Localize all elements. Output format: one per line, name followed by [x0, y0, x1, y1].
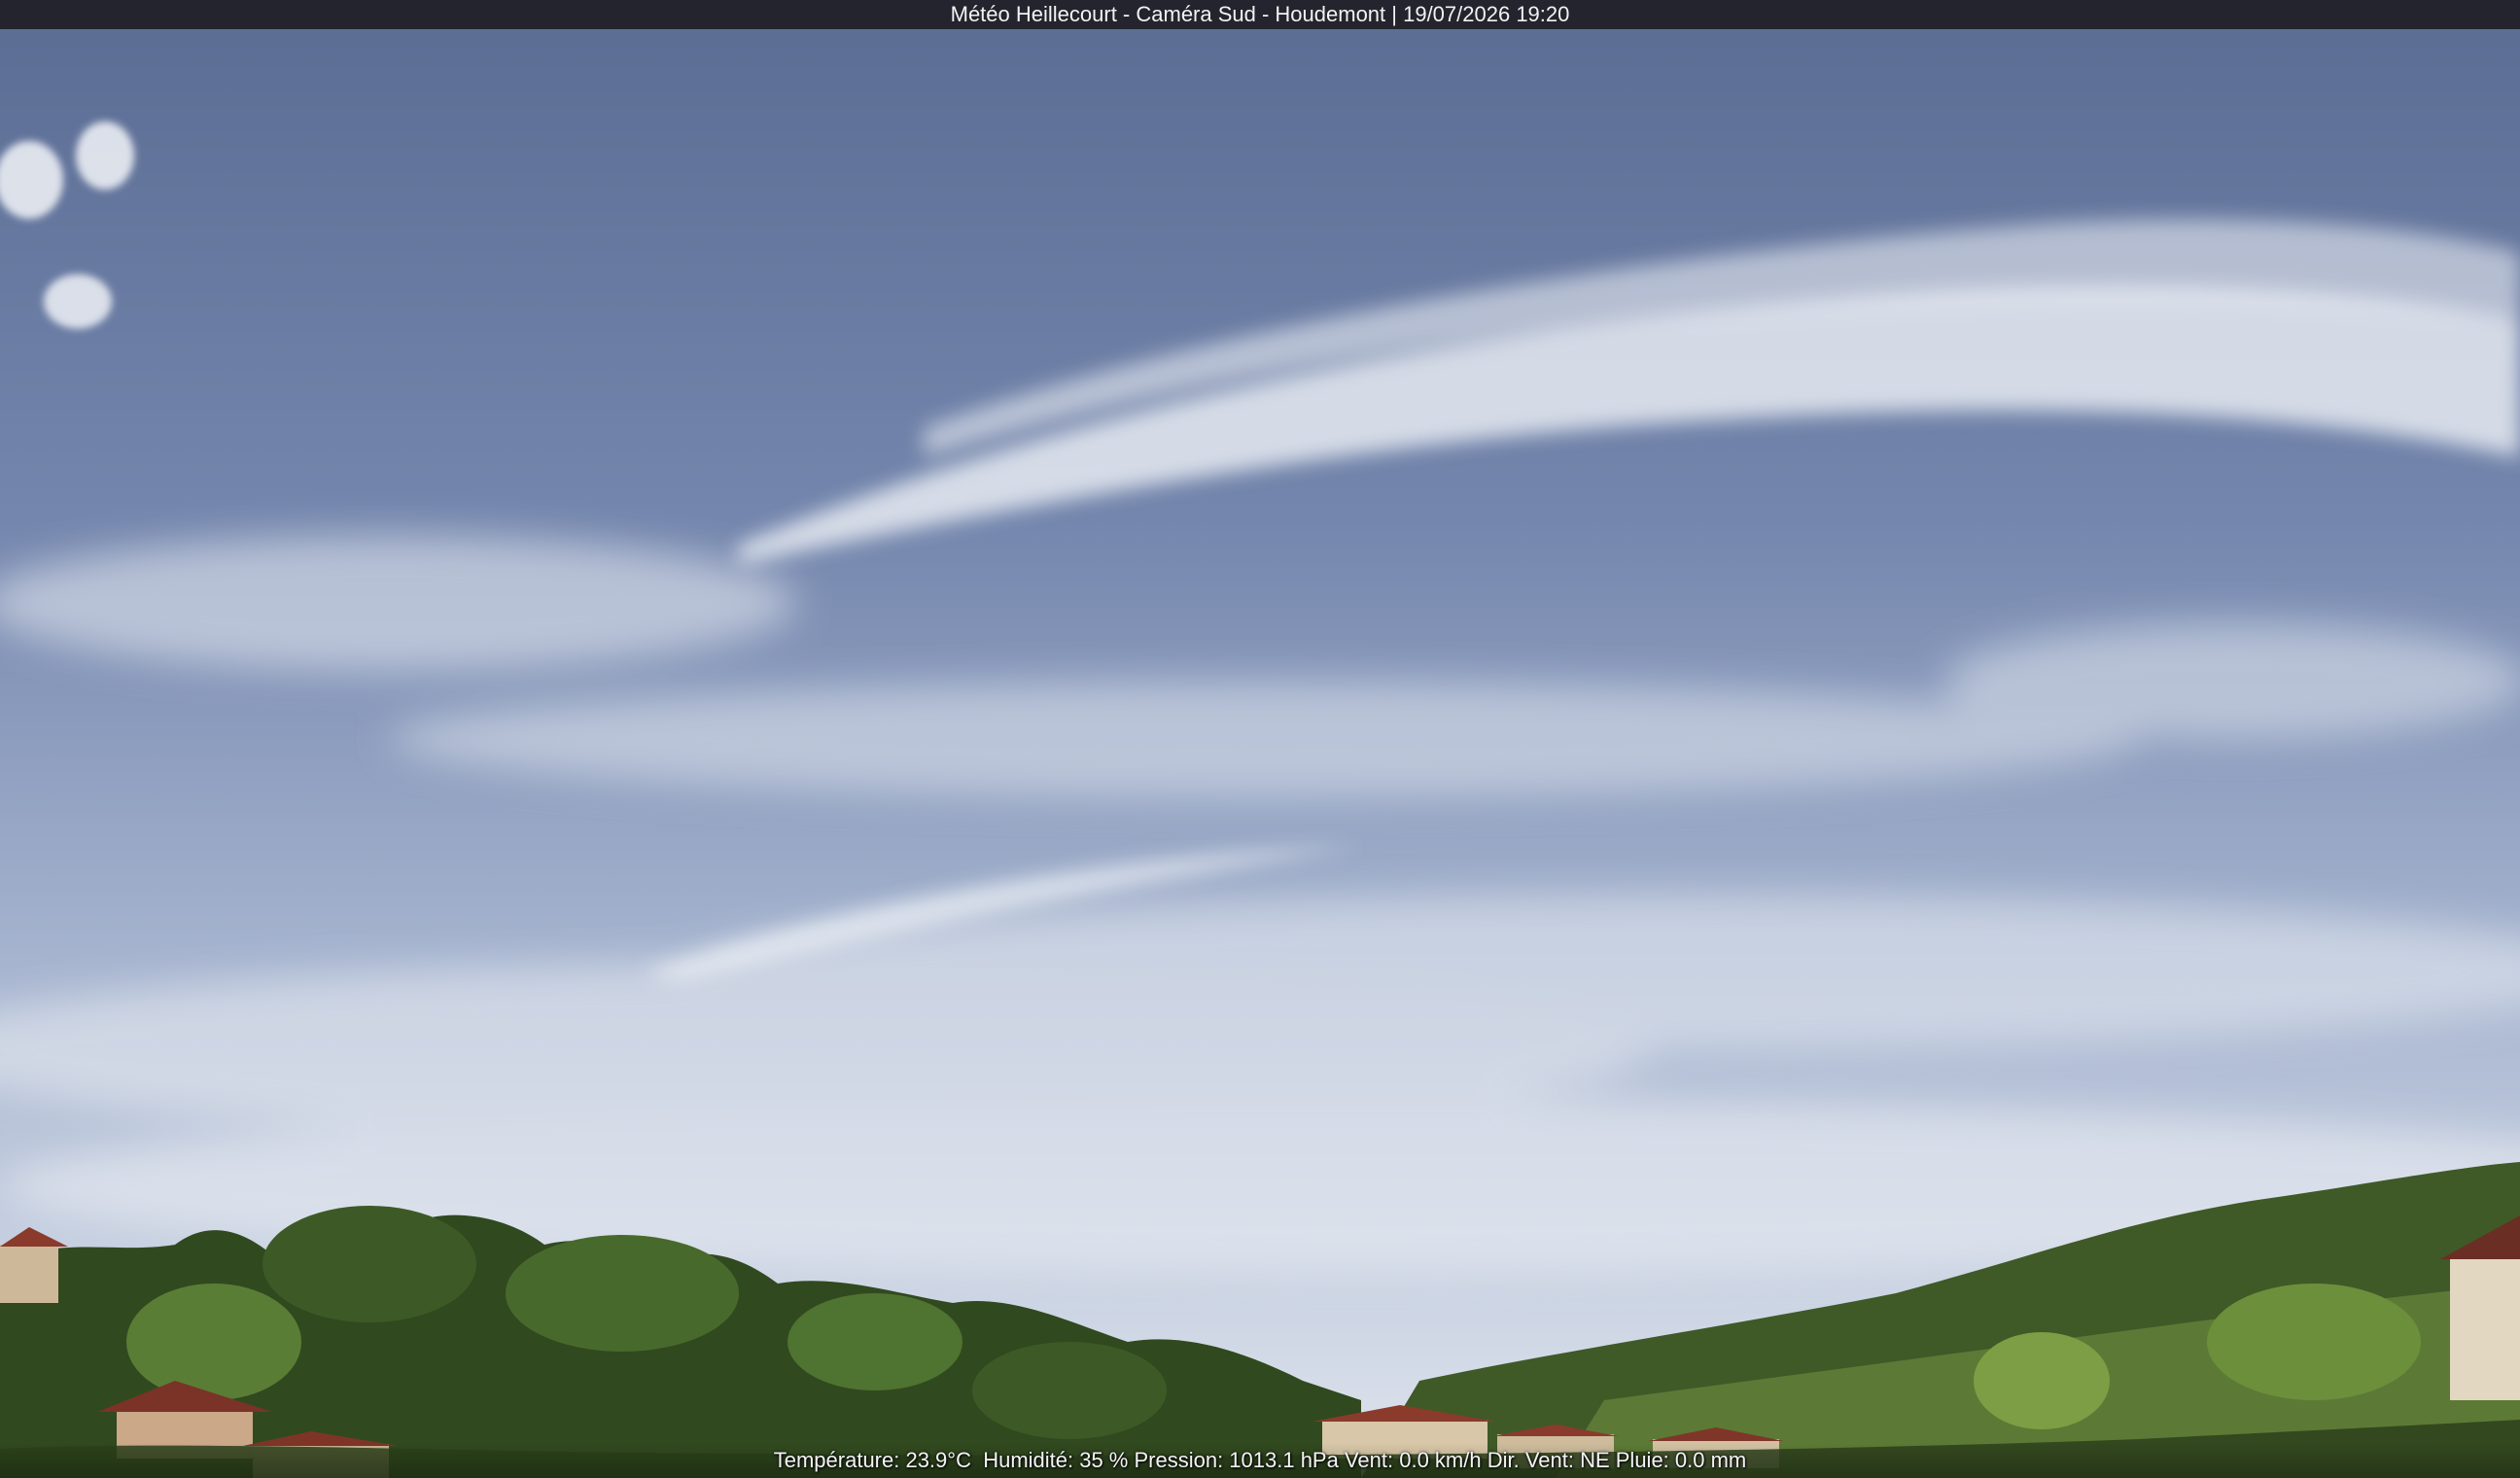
weather-overlay: Température: 23.9°C Humidité: 35 % Press…	[0, 1443, 2520, 1478]
title-bar: Météo Heillecourt - Caméra Sud - Houdemo…	[0, 0, 2520, 29]
weather-readout: Température: 23.9°C Humidité: 35 % Press…	[773, 1448, 1747, 1472]
webcam-image	[0, 0, 2520, 1478]
camera-title: Météo Heillecourt - Caméra Sud - Houdemo…	[950, 2, 1570, 26]
webcam-view: Météo Heillecourt - Caméra Sud - Houdemo…	[0, 0, 2520, 1478]
